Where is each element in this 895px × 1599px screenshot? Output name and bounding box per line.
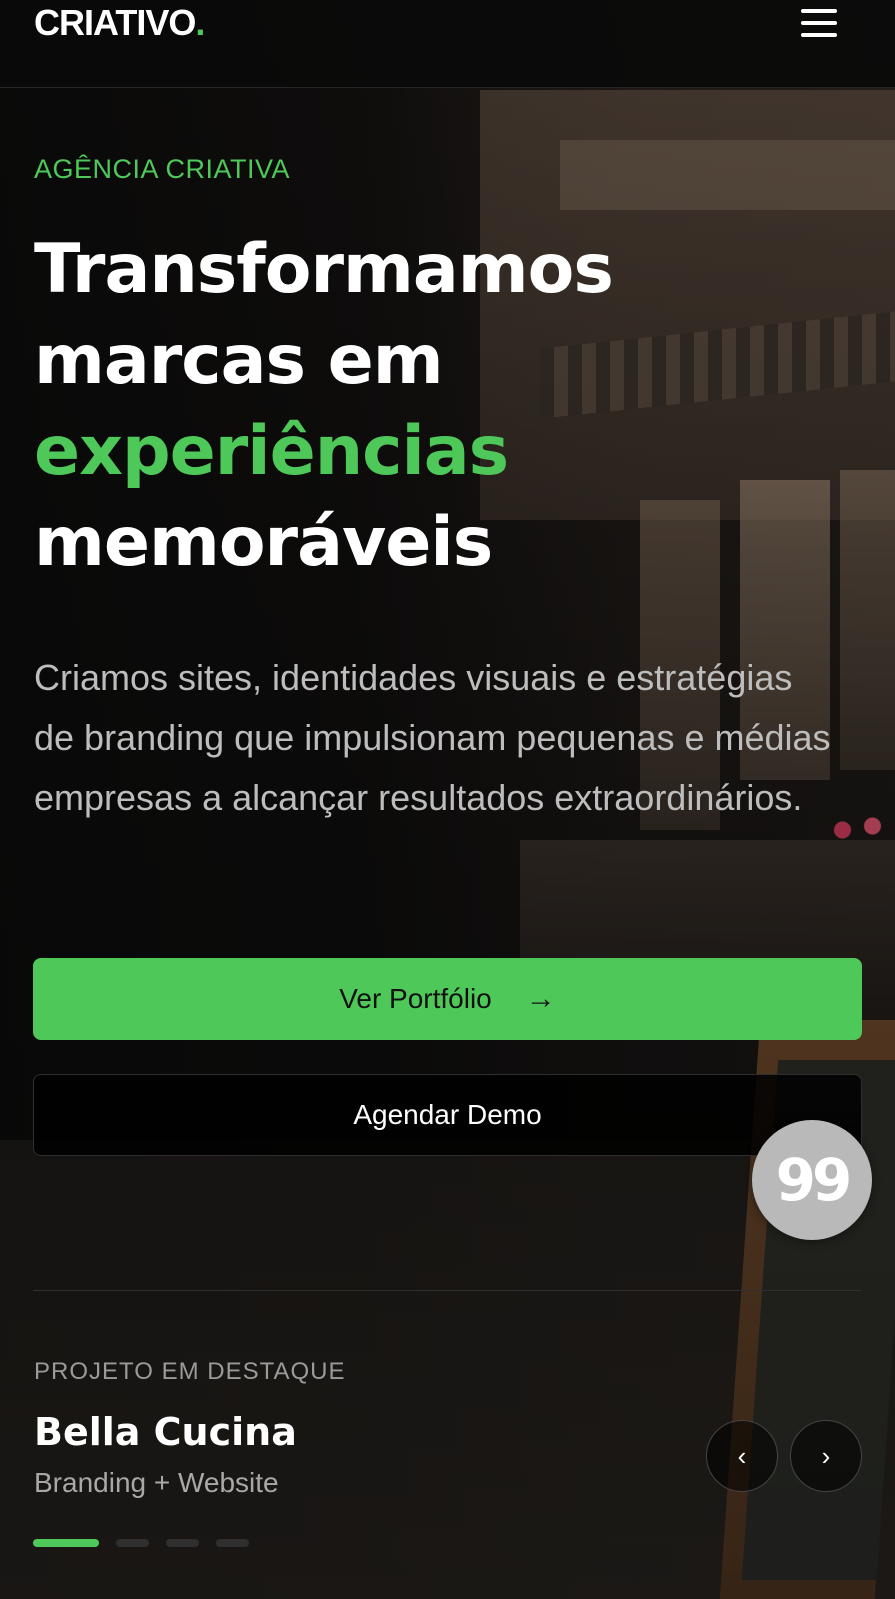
floating-badge-button[interactable]: 99	[752, 1120, 872, 1240]
headline-line-2: marcas em	[34, 321, 444, 400]
hamburger-menu-icon[interactable]	[798, 6, 840, 40]
project-subtitle: Branding + Website	[34, 1467, 279, 1498]
logo-text: CRIATIVO	[34, 2, 196, 43]
floating-badge-text: 99	[775, 1146, 853, 1214]
view-portfolio-button[interactable]: Ver Portfólio →	[33, 958, 862, 1040]
featured-eyebrow: PROJETO EM DESTAQUE	[34, 1358, 346, 1385]
hero-eyebrow: AGÊNCIA CRIATIVA	[34, 154, 291, 184]
chevron-left-icon: ‹	[737, 1440, 747, 1471]
hero-lead: Criamos sites, identidades visuais e est…	[34, 657, 831, 818]
slide-indicator-dot[interactable]	[33, 1539, 99, 1547]
logo[interactable]: CRIATIVO.	[34, 2, 205, 44]
section-divider	[33, 1290, 862, 1291]
view-portfolio-label: Ver Portfólio	[339, 983, 492, 1014]
site-header: CRIATIVO.	[0, 0, 895, 88]
slide-indicators	[33, 1539, 249, 1547]
project-title: Bella Cucina	[34, 1410, 297, 1454]
schedule-demo-button[interactable]: Agendar Demo	[33, 1074, 862, 1156]
headline-highlight: experiências	[34, 412, 509, 491]
slide-indicator-dot[interactable]	[216, 1539, 249, 1547]
next-slide-button[interactable]: ›	[790, 1420, 862, 1492]
headline-line-1: Transformamos	[34, 230, 614, 309]
previous-slide-button[interactable]: ‹	[706, 1420, 778, 1492]
hero-headline: Transformamos marcas em experiências mem…	[34, 224, 854, 588]
headline-line-4: memoráveis	[34, 503, 493, 582]
slide-indicator-dot[interactable]	[116, 1539, 149, 1547]
arrow-right-icon: →	[525, 982, 556, 1015]
slide-indicator-dot[interactable]	[166, 1539, 199, 1547]
schedule-demo-label: Agendar Demo	[353, 1099, 542, 1130]
logo-dot: .	[195, 2, 205, 43]
chevron-right-icon: ›	[821, 1440, 831, 1471]
